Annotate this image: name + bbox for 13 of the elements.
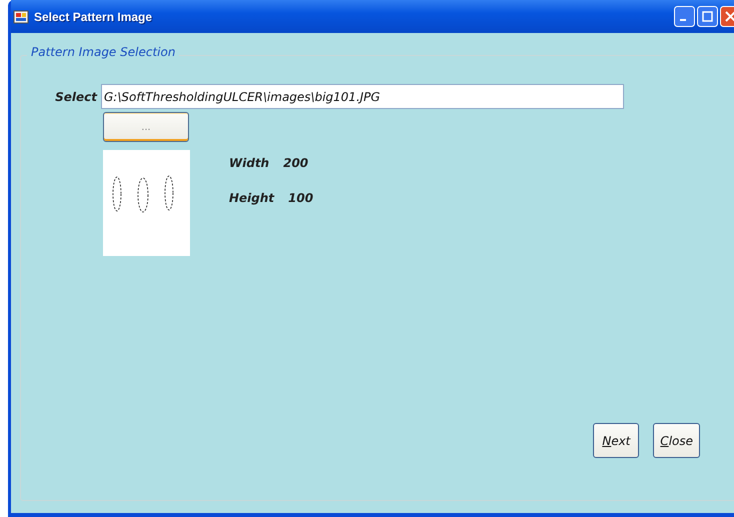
group-title: Pattern Image Selection [27, 45, 180, 59]
property-label: Height [229, 191, 274, 205]
property-label: Width [229, 156, 270, 170]
property-value: 200 [283, 156, 308, 170]
path-field[interactable]: G:\SoftThresholdingULCER\images\big101.JPG [101, 84, 624, 109]
dialog-button[interactable]: Close [653, 423, 700, 458]
select-label: Select [54, 90, 98, 104]
minimize-button[interactable] [674, 6, 695, 27]
dialog-button[interactable]: Next [593, 423, 640, 458]
property-value: 100 [288, 191, 314, 205]
window-title: Select Pattern Image [34, 10, 152, 24]
app-icon [13, 8, 29, 24]
maximize-button[interactable] [697, 6, 718, 27]
